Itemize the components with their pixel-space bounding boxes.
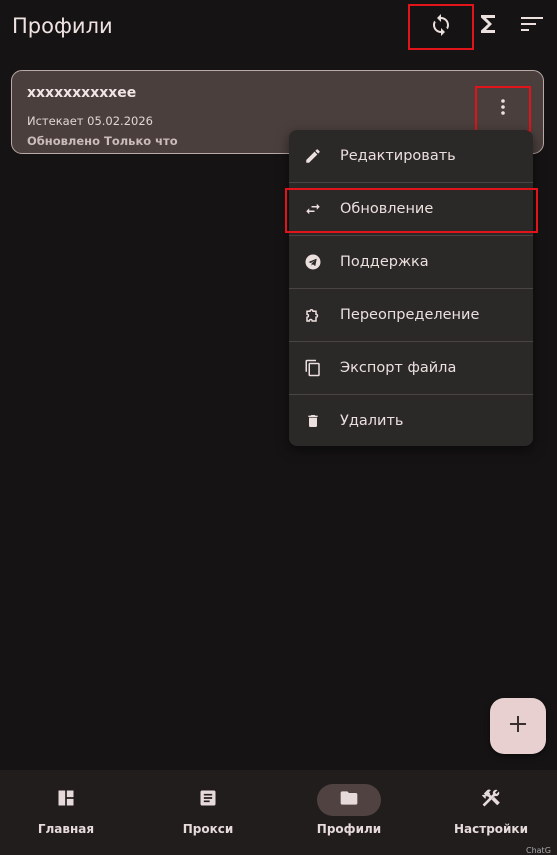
sum-button[interactable] [468, 6, 508, 46]
menu-item-export[interactable]: Экспорт файла [289, 342, 533, 394]
menu-item-label: Переопределение [340, 307, 480, 323]
sync-icon [429, 13, 453, 41]
context-menu: Редактировать Обновление Поддержка Перео… [289, 130, 533, 446]
menu-item-label: Удалить [340, 413, 404, 429]
sync-button[interactable] [408, 4, 474, 50]
nav-label: Главная [37, 822, 95, 836]
sigma-icon [479, 14, 497, 38]
app-bar: Профили [0, 0, 557, 56]
sort-icon [521, 16, 543, 36]
page-title: Профили [12, 14, 113, 38]
profile-expiry: Истекает 05.02.2026 [27, 114, 153, 128]
menu-item-label: Экспорт файла [340, 360, 457, 376]
delete-icon [303, 411, 323, 431]
telegram-icon [303, 252, 323, 272]
nav-label: Настройки [453, 822, 528, 836]
menu-item-label: Обновление [340, 201, 434, 217]
more-vert-icon [500, 99, 506, 119]
nav-item-settings[interactable]: Настройки [426, 770, 556, 855]
copy-icon [303, 358, 323, 378]
extension-icon [303, 305, 323, 325]
add-icon [508, 714, 528, 738]
menu-item-update[interactable]: Обновление [289, 183, 533, 235]
menu-item-label: Редактировать [340, 148, 456, 164]
nav-item-profiles[interactable]: Профили [284, 770, 414, 855]
nav-item-proxy[interactable]: Прокси [143, 770, 273, 855]
nav-item-home[interactable]: Главная [1, 770, 131, 855]
article-icon [198, 788, 218, 812]
swap-icon [303, 199, 323, 219]
menu-item-delete[interactable]: Удалить [289, 395, 533, 447]
menu-item-support[interactable]: Поддержка [289, 236, 533, 288]
menu-item-override[interactable]: Переопределение [289, 289, 533, 341]
edit-icon [303, 146, 323, 166]
nav-label: Профили [316, 822, 382, 836]
menu-item-edit[interactable]: Редактировать [289, 130, 533, 182]
corner-text: ChatG [526, 846, 551, 855]
nav-label: Прокси [182, 822, 234, 836]
menu-item-label: Поддержка [340, 254, 429, 270]
folder-icon [338, 788, 360, 812]
sort-button[interactable] [512, 6, 552, 46]
add-profile-button[interactable] [490, 698, 546, 754]
bottom-navigation: Главная Прокси Профили Настройки [0, 770, 557, 855]
profile-menu-button[interactable] [475, 86, 531, 132]
tools-icon [480, 787, 502, 813]
profile-updated: Обновлено Только что [27, 134, 178, 148]
dashboard-icon [56, 788, 76, 812]
profile-name: xxxxxxxxxxee [27, 85, 137, 101]
